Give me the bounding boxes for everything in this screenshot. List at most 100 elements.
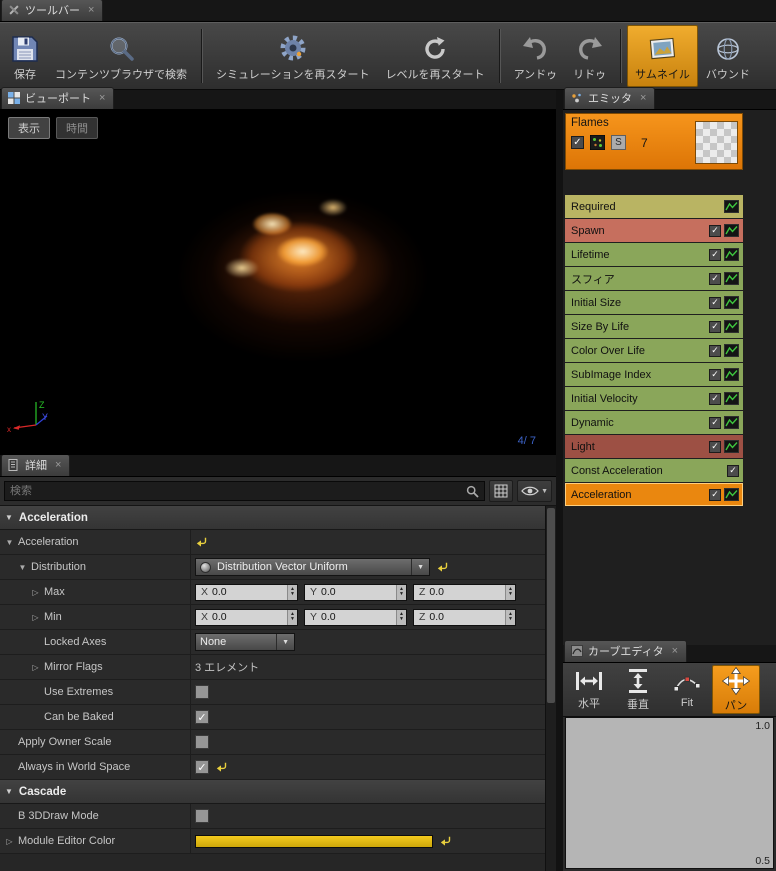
search-input[interactable] (10, 485, 463, 497)
save-button[interactable]: 保存 (3, 25, 47, 87)
property-checkbox[interactable] (195, 685, 209, 699)
find-in-content-browser-button[interactable]: コンテンツブラウザで検索 (47, 25, 195, 87)
tab-details[interactable]: 詳細 × (1, 455, 71, 476)
reset-icon[interactable] (436, 562, 449, 573)
collapse-arrow-icon[interactable]: ▼ (5, 787, 13, 796)
spinner-arrows-icon[interactable]: ▲ ▼ (505, 609, 515, 625)
spinner-arrows-icon[interactable]: ▲ ▼ (505, 584, 515, 600)
dropdown[interactable]: Distribution Vector Uniform ▼ (195, 558, 430, 576)
emitters-canvas[interactable]: Flames ✓ S 7 Required Spawn ✓ Lifetime ✓ スフィア… (563, 110, 776, 645)
thumbnail-button[interactable]: サムネイル (627, 25, 698, 87)
category-cascade[interactable]: ▼ Cascade (0, 780, 545, 804)
module-enable-checkbox[interactable]: ✓ (709, 368, 721, 381)
graph-icon[interactable] (724, 248, 739, 261)
tab-emitters[interactable]: エミッタ × (564, 87, 656, 109)
module-spawn[interactable]: Spawn ✓ (565, 219, 743, 242)
module-enable-checkbox[interactable]: ✓ (709, 224, 721, 237)
close-icon[interactable]: × (672, 645, 678, 657)
spinner-arrows-icon[interactable]: ▲ ▼ (287, 609, 297, 625)
module-lifetime[interactable]: Lifetime ✓ (565, 243, 743, 266)
numeric-field-x[interactable]: X 0.0 ▲ ▼ (195, 608, 298, 626)
burst-icon[interactable] (590, 135, 605, 150)
close-icon[interactable]: × (88, 4, 94, 16)
graph-icon[interactable] (724, 224, 739, 237)
expander-closed-icon[interactable]: ▷ (30, 613, 41, 622)
numeric-field-y[interactable]: Y 0.0 ▲ ▼ (304, 583, 407, 601)
spinner-arrows-icon[interactable]: ▲ ▼ (396, 609, 406, 625)
undo-button[interactable]: アンドゥ (506, 25, 566, 87)
module-subimage-index[interactable]: SubImage Index ✓ (565, 363, 743, 386)
graph-icon[interactable] (724, 296, 739, 309)
tab-viewport[interactable]: ビューポート × (1, 87, 115, 109)
graph-icon[interactable] (724, 416, 739, 429)
spinner-arrows-icon[interactable]: ▲ ▼ (287, 584, 297, 600)
numeric-field-z[interactable]: Z 0.0 ▲ ▼ (413, 608, 516, 626)
module-light[interactable]: Light ✓ (565, 435, 743, 458)
close-icon[interactable]: × (640, 92, 646, 104)
details-scrollbar[interactable] (545, 506, 556, 871)
fit-button[interactable]: Fit (663, 665, 711, 714)
numeric-field-x[interactable]: X 0.0 ▲ ▼ (195, 583, 298, 601)
graph-icon[interactable] (724, 392, 739, 405)
restart-level-button[interactable]: レベルを再スタート (378, 25, 493, 87)
spinner-arrows-icon[interactable]: ▲ ▼ (396, 584, 406, 600)
numeric-field-z[interactable]: Z 0.0 ▲ ▼ (413, 583, 516, 601)
graph-icon[interactable] (724, 488, 739, 501)
emitter-enable-checkbox[interactable]: ✓ (571, 136, 584, 149)
reset-icon[interactable] (195, 537, 208, 548)
expander-closed-icon[interactable]: ▷ (30, 588, 41, 597)
module-initial-size[interactable]: Initial Size ✓ (565, 291, 743, 314)
module-const-acceleration[interactable]: Const Acceleration ✓ (565, 459, 743, 482)
module-enable-checkbox[interactable]: ✓ (709, 272, 721, 285)
tab-curve-editor[interactable]: カーブエディタ × (564, 640, 688, 662)
module-initial-velocity[interactable]: Initial Velocity ✓ (565, 387, 743, 410)
module-enable-checkbox[interactable]: ✓ (709, 296, 721, 309)
module-enable-checkbox[interactable]: ✓ (709, 440, 721, 453)
expander-open-icon[interactable]: ▼ (17, 563, 28, 572)
display-menu-button[interactable]: 表示 (8, 117, 50, 139)
module-dynamic[interactable]: Dynamic ✓ (565, 411, 743, 434)
module-enable-checkbox[interactable]: ✓ (709, 344, 721, 357)
redo-button[interactable]: リドゥ (565, 25, 614, 87)
graph-icon[interactable] (724, 440, 739, 453)
module-item-3[interactable]: スフィア ✓ (565, 267, 743, 290)
property-checkbox[interactable]: ✓ (195, 710, 209, 724)
module-enable-checkbox[interactable]: ✓ (709, 320, 721, 333)
color-swatch[interactable] (195, 834, 433, 848)
category-acceleration[interactable]: ▼ Acceleration (0, 506, 545, 530)
expander-closed-icon[interactable]: ▷ (30, 663, 41, 672)
close-icon[interactable]: × (99, 92, 105, 104)
viewport-3d-view[interactable]: 表示 時間 Z Y x 4/ 7 (0, 110, 556, 455)
collapse-arrow-icon[interactable]: ▼ (5, 513, 13, 522)
scrollbar-thumb[interactable] (547, 508, 555, 703)
graph-icon[interactable] (724, 200, 739, 213)
view-options-grid-button[interactable] (489, 480, 514, 502)
fit-vertical-button[interactable]: 垂直 (614, 665, 662, 714)
solo-badge[interactable]: S (611, 135, 626, 150)
time-menu-button[interactable]: 時間 (56, 117, 98, 139)
module-required[interactable]: Required (565, 195, 743, 218)
module-acceleration[interactable]: Acceleration ✓ (565, 483, 743, 506)
dropdown[interactable]: None ▼ (195, 633, 295, 651)
graph-icon[interactable] (724, 344, 739, 357)
expander-closed-icon[interactable]: ▷ (4, 837, 15, 846)
emitter-flames[interactable]: Flames ✓ S 7 (565, 113, 743, 170)
tab-toolbar[interactable]: ツールバー × (1, 0, 104, 21)
module-enable-checkbox[interactable]: ✓ (709, 488, 721, 501)
restart-simulation-button[interactable]: シミュレーションを再スタート (208, 25, 378, 87)
expander-open-icon[interactable]: ▼ (4, 538, 15, 547)
curve-graph-area[interactable]: 1.0 0.5 (565, 717, 774, 869)
graph-icon[interactable] (724, 272, 739, 285)
module-enable-checkbox[interactable]: ✓ (709, 248, 721, 261)
numeric-field-y[interactable]: Y 0.0 ▲ ▼ (304, 608, 407, 626)
module-enable-checkbox[interactable]: ✓ (709, 416, 721, 429)
module-color-over-life[interactable]: Color Over Life ✓ (565, 339, 743, 362)
bounds-button[interactable]: バウンド (698, 25, 758, 87)
graph-icon[interactable] (724, 368, 739, 381)
property-checkbox[interactable] (195, 809, 209, 823)
module-enable-checkbox[interactable]: ✓ (709, 392, 721, 405)
property-checkbox[interactable] (195, 735, 209, 749)
module-enable-checkbox[interactable]: ✓ (727, 464, 739, 477)
module-size-by-life[interactable]: Size By Life ✓ (565, 315, 743, 338)
pan-button[interactable]: パン (712, 665, 760, 714)
